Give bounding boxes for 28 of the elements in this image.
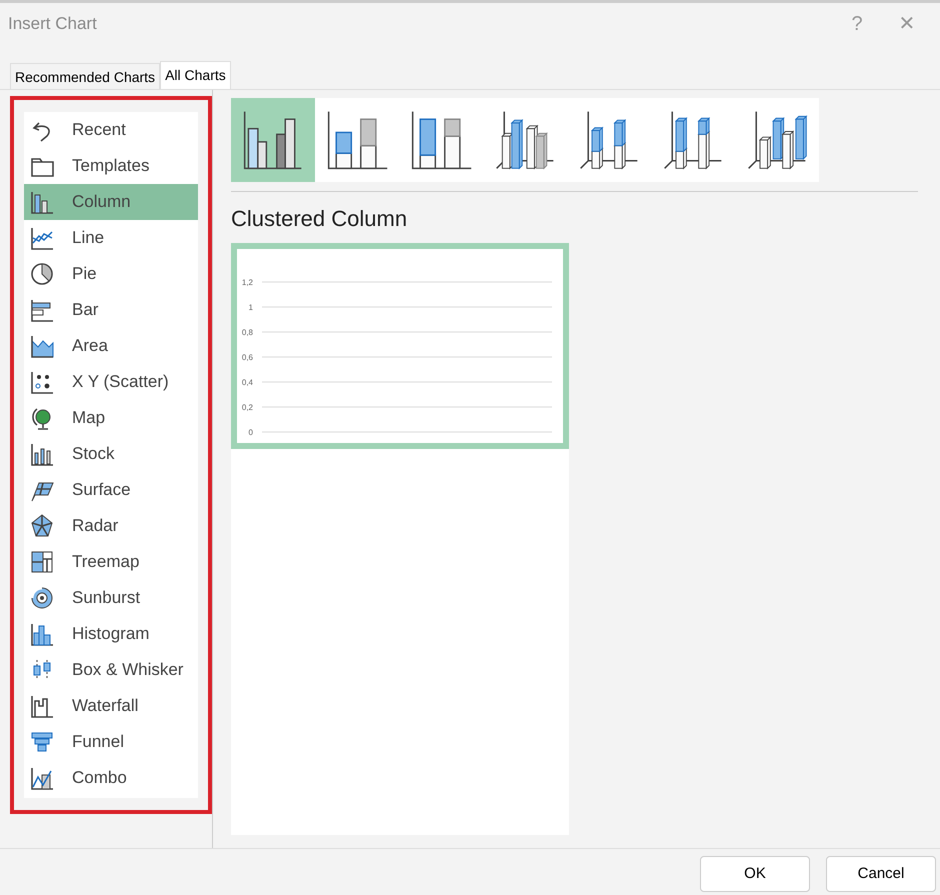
ok-button[interactable]: OK (700, 856, 810, 892)
axis-tick-label: 1,2 (242, 278, 253, 287)
axis-tick-label: 1 (248, 303, 253, 312)
axis-tick-label: 0,4 (242, 378, 253, 387)
chart-subtype-option[interactable] (231, 98, 315, 182)
axis-tick-label: 0,2 (242, 403, 253, 412)
cancel-button[interactable]: Cancel (826, 856, 936, 892)
chart-type-item[interactable]: Column (24, 184, 198, 220)
chart-preview[interactable]: 0 0,2 0,4 0,6 0,8 1 1,2 (231, 243, 569, 449)
area-chart-icon (29, 333, 55, 359)
subtype-title: Clustered Column (231, 205, 408, 233)
line-chart-icon (29, 225, 55, 251)
waterfall-chart-icon (29, 693, 55, 719)
scatter-chart-icon (29, 369, 55, 395)
axis-tick-label: 0,6 (242, 353, 253, 362)
column-chart-icon (29, 189, 55, 215)
axis-tick-label: 0,8 (242, 328, 253, 337)
bar-chart-icon (29, 297, 55, 323)
tab[interactable]: All Charts (160, 61, 231, 90)
stock-chart-icon (29, 441, 55, 467)
sunburst-chart-icon (29, 585, 55, 611)
histogram-chart-icon (29, 621, 55, 647)
radar-chart-icon (29, 513, 55, 539)
tab[interactable]: Recommended Charts (10, 63, 160, 90)
pie-chart-icon (29, 261, 55, 287)
window-title: Insert Chart (8, 13, 98, 36)
axis-tick-label: 0 (248, 428, 253, 437)
combo-chart-icon (29, 765, 55, 791)
